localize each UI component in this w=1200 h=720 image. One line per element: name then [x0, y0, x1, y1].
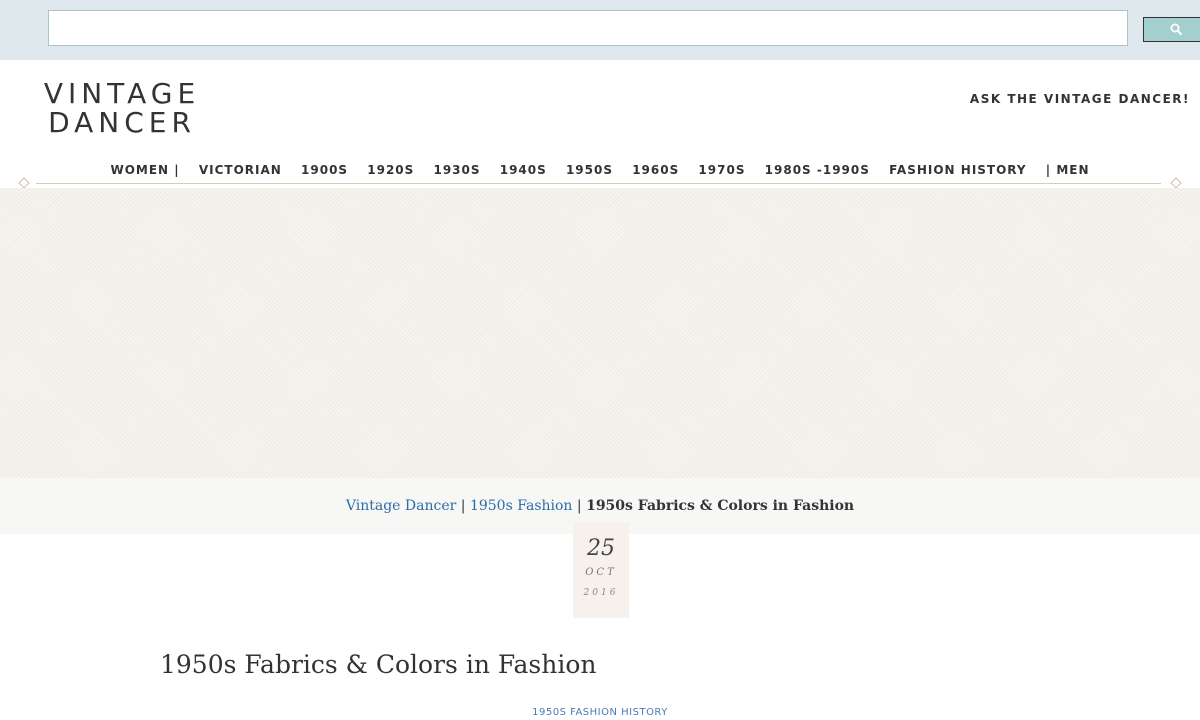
search-input[interactable]: [48, 10, 1128, 46]
post-title: 1950s Fabrics & Colors in Fashion: [160, 650, 597, 679]
nav-item-1960s[interactable]: 1960S: [632, 162, 679, 178]
post-category-link[interactable]: 1950S FASHION HISTORY: [532, 707, 668, 718]
post-date-year: 2016: [583, 588, 619, 598]
nav-item-men[interactable]: | MEN: [1046, 162, 1090, 178]
hero-banner: [0, 188, 1200, 478]
nav-item-fashion-history[interactable]: FASHION HISTORY: [889, 162, 1027, 178]
breadcrumb-section[interactable]: 1950s Fashion: [470, 498, 573, 514]
post-date: 25 OCT 2016: [573, 522, 629, 618]
post-category: 1950S FASHION HISTORY: [0, 707, 1200, 718]
search-button[interactable]: [1143, 17, 1200, 42]
divider-diamond-right: [1170, 177, 1182, 189]
breadcrumb-separator: |: [456, 498, 470, 514]
divider-diamond-left: [18, 177, 30, 189]
site-logo[interactable]: VINTAGE DANCER: [32, 79, 212, 137]
logo-line-2: DANCER: [48, 106, 196, 139]
post-date-month: OCT: [585, 567, 617, 578]
search-bar: [0, 0, 1200, 60]
nav-item-1920s[interactable]: 1920S: [367, 162, 414, 178]
search-icon: [1170, 23, 1183, 36]
logo-line-1: VINTAGE: [43, 77, 201, 110]
post-date-day: 25: [587, 536, 615, 561]
breadcrumb-current: 1950s Fabrics & Colors in Fashion: [586, 498, 855, 514]
breadcrumb-home[interactable]: Vintage Dancer: [346, 498, 456, 514]
main-nav: WOMEN | VICTORIAN 1900S 1920S 1930S 1940…: [0, 162, 1200, 178]
nav-item-1970s[interactable]: 1970S: [698, 162, 745, 178]
nav-item-victorian[interactable]: VICTORIAN: [199, 162, 282, 178]
nav-item-1950s[interactable]: 1950S: [566, 162, 613, 178]
nav-divider: [36, 183, 1161, 184]
nav-item-1980s-1990s[interactable]: 1980S -1990S: [765, 162, 870, 178]
breadcrumb-separator: |: [572, 498, 587, 514]
nav-item-women[interactable]: WOMEN |: [110, 162, 179, 178]
nav-item-1940s[interactable]: 1940S: [500, 162, 547, 178]
nav-item-1900s[interactable]: 1900S: [301, 162, 348, 178]
ask-vintage-dancer-link[interactable]: ASK THE VINTAGE DANCER!: [970, 92, 1190, 106]
nav-item-1930s[interactable]: 1930S: [433, 162, 480, 178]
